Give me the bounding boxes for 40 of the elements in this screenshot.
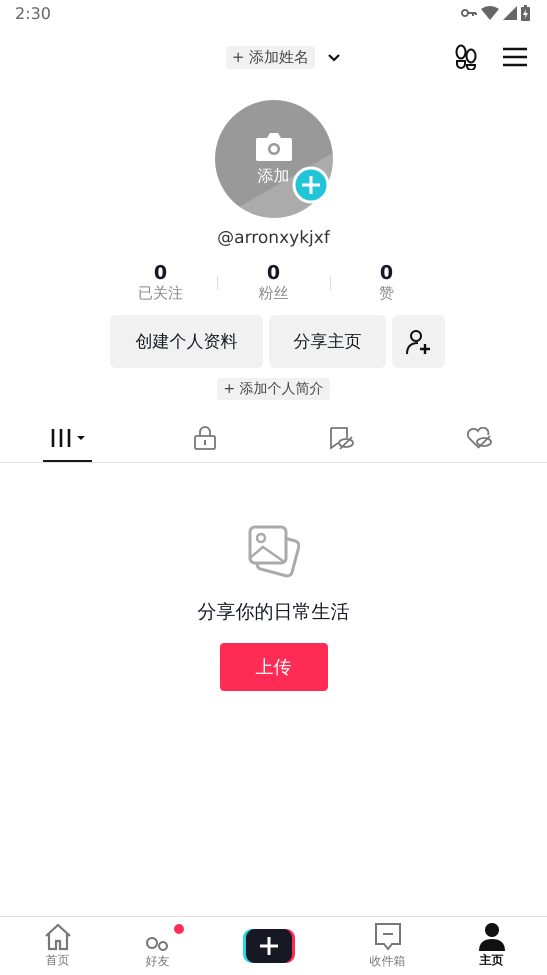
menu-icon[interactable]	[503, 47, 527, 67]
create-profile-button[interactable]: 创建个人资料	[110, 315, 263, 368]
inbox-icon	[374, 922, 402, 952]
battery-icon	[521, 5, 530, 21]
profile-icon	[478, 923, 504, 951]
upload-button[interactable]: 上传	[220, 643, 328, 691]
stat-count: 0	[266, 262, 280, 284]
create-button[interactable]	[242, 929, 296, 963]
nav-tab[interactable]: 首页	[42, 923, 72, 969]
key-icon	[461, 8, 477, 18]
nav-tab[interactable]: 主页	[478, 923, 504, 969]
signal-icon	[503, 6, 517, 20]
wifi-icon	[481, 6, 499, 20]
username: @arronxykjxf	[216, 228, 332, 248]
friends-icon	[146, 936, 170, 952]
nav-tab[interactable]: 好友	[146, 922, 170, 970]
chevron-down-icon[interactable]	[327, 52, 342, 62]
add-name-chip[interactable]: + 添加姓名	[226, 46, 316, 68]
stat-label: 粉丝	[258, 284, 288, 303]
stat-label: 赞	[379, 284, 394, 303]
stat-count: 0	[380, 262, 394, 284]
status-time: 2:30	[15, 4, 51, 22]
add-photo-label: 添加	[258, 166, 290, 186]
stat-count: 0	[154, 262, 168, 284]
heart-hidden-icon	[466, 427, 492, 449]
add-friend-button[interactable]	[392, 315, 445, 368]
nav-tab[interactable]: 收件箱	[370, 922, 406, 970]
plus-icon	[242, 929, 296, 963]
home-icon	[42, 923, 72, 951]
bookmark-hidden-icon	[328, 426, 354, 450]
grid-icon	[50, 428, 84, 448]
footprints-icon[interactable]	[454, 44, 478, 70]
empty-message: 分享你的日常生活	[198, 600, 350, 625]
add-bio-chip[interactable]: + 添加个人简介	[217, 378, 330, 400]
stat-label: 已关注	[138, 284, 183, 303]
lock-icon	[194, 426, 216, 450]
photos-icon	[248, 525, 300, 579]
share-profile-button[interactable]: 分享主页	[269, 315, 386, 368]
camera-icon	[254, 132, 292, 162]
person-plus-icon	[404, 328, 432, 354]
